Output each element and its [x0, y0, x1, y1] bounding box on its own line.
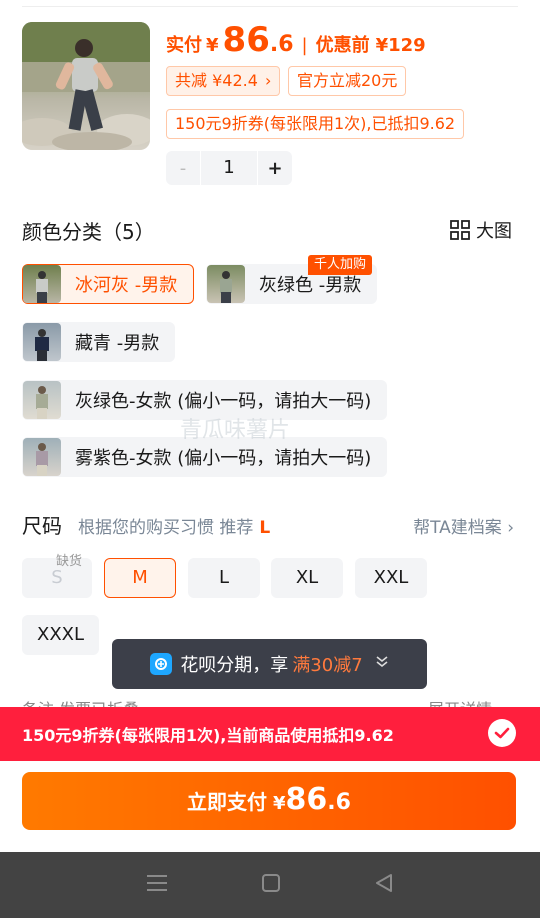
chevron-right-icon: ›: [507, 518, 514, 538]
size-option-xl[interactable]: XL: [271, 558, 343, 598]
pay-button-currency: ¥: [273, 793, 286, 814]
big-view-button[interactable]: 大图: [450, 217, 512, 243]
before-discount-price: ¥129: [375, 35, 426, 56]
currency-symbol: ¥: [206, 35, 219, 56]
grid-icon: [450, 220, 470, 240]
double-chevron-down-icon: [375, 655, 389, 673]
increase-button[interactable]: +: [258, 158, 292, 179]
color-option[interactable]: 藏青 -男款: [22, 322, 176, 362]
quantity-stepper: - 1 +: [166, 151, 292, 185]
decrease-button[interactable]: -: [166, 158, 200, 179]
color-option-label: 藏青 -男款: [75, 333, 160, 354]
watermark: 青瓜味薯片: [180, 418, 291, 443]
pay-button-price-integer: 86: [285, 782, 328, 817]
color-swatch: [23, 381, 61, 419]
big-view-label: 大图: [476, 221, 512, 242]
checkmark-icon[interactable]: [488, 719, 516, 747]
color-swatch: [207, 265, 245, 303]
color-option-label: 雾紫色-女款 (偏小一码，请拍大一码): [75, 448, 372, 469]
price-decimal: .6: [269, 32, 294, 57]
out-of-stock-label: 缺货: [56, 554, 83, 569]
hot-badge: 千人加购: [308, 255, 373, 275]
coupon-bar[interactable]: 150元9折券(每张限用1次),当前商品使用抵扣9.62: [0, 707, 540, 761]
size-section-title: 尺码: [22, 514, 62, 538]
toast-prefix: 花呗分期，享: [180, 655, 289, 676]
back-icon[interactable]: [374, 873, 394, 897]
coupon-bar-text: 150元9折券(每张限用1次),当前商品使用抵扣9.62: [22, 726, 394, 745]
color-option-label: 冰河灰 -男款: [75, 275, 178, 296]
home-icon[interactable]: [261, 873, 281, 897]
color-section-title: 颜色分类（5）: [22, 220, 155, 244]
system-navigation-bar: [0, 852, 540, 918]
total-discount-chip[interactable]: 共减 ¥42.4 ›: [166, 66, 281, 96]
actual-pay-label: 实付: [166, 35, 202, 56]
quantity-value[interactable]: 1: [200, 151, 258, 185]
size-hint: 根据您的购买习惯 推荐: [78, 518, 254, 538]
create-size-profile-link[interactable]: 帮TA建档案 ›: [413, 513, 514, 538]
color-swatch: [23, 265, 61, 303]
pay-button-price-decimal: .6: [327, 790, 351, 815]
coupon-note-text: 150元9折券(每张限用1次),已抵扣9.62: [175, 114, 456, 133]
menu-icon[interactable]: [146, 873, 168, 897]
order-sheet: 实付 ¥ 86 .6 | 优惠前 ¥129 共减 ¥42.4 › 官方立减20元…: [0, 0, 540, 918]
total-discount-text: 共减 ¥42.4: [175, 71, 258, 90]
price-summary: 实付 ¥ 86 .6 | 优惠前 ¥129: [166, 20, 426, 60]
divider: [22, 6, 518, 7]
size-option-xxl[interactable]: XXL: [355, 558, 427, 598]
size-option-l[interactable]: L: [188, 558, 260, 598]
color-swatch: [23, 323, 61, 361]
archive-link-label: 帮TA建档案: [413, 518, 502, 538]
official-discount-chip: 官方立减20元: [288, 66, 407, 96]
product-thumbnail[interactable]: [22, 22, 150, 150]
official-discount-text: 官方立减20元: [297, 71, 398, 90]
toast-highlight: 满30减7: [292, 655, 363, 676]
chevron-right-icon: ›: [265, 71, 272, 90]
size-section-header: 尺码 根据您的购买习惯 推荐 L: [22, 510, 270, 539]
price-integer: 86: [222, 20, 270, 60]
huabei-icon: [150, 653, 173, 675]
recommended-size: L: [259, 518, 271, 538]
huabei-installment-toast[interactable]: 花呗分期，享 满30减7: [112, 639, 427, 689]
coupon-note-chip: 150元9折券(每张限用1次),已抵扣9.62: [166, 109, 465, 139]
pay-now-button[interactable]: 立即支付 ¥ 86 .6: [22, 772, 516, 830]
pay-button-label: 立即支付: [187, 790, 268, 814]
remarks-row[interactable]: 备注 发票已折叠 展开详情: [22, 694, 518, 708]
size-option-m[interactable]: M: [104, 558, 176, 598]
before-discount-label: 优惠前: [315, 35, 370, 56]
color-option[interactable]: 冰河灰 -男款: [22, 264, 195, 304]
color-option-label: 灰绿色-女款 (偏小一码，请拍大一码): [75, 391, 372, 412]
color-swatch: [23, 438, 61, 476]
price-separator: |: [301, 35, 308, 56]
size-option-xxxl[interactable]: XXXL: [22, 615, 99, 655]
